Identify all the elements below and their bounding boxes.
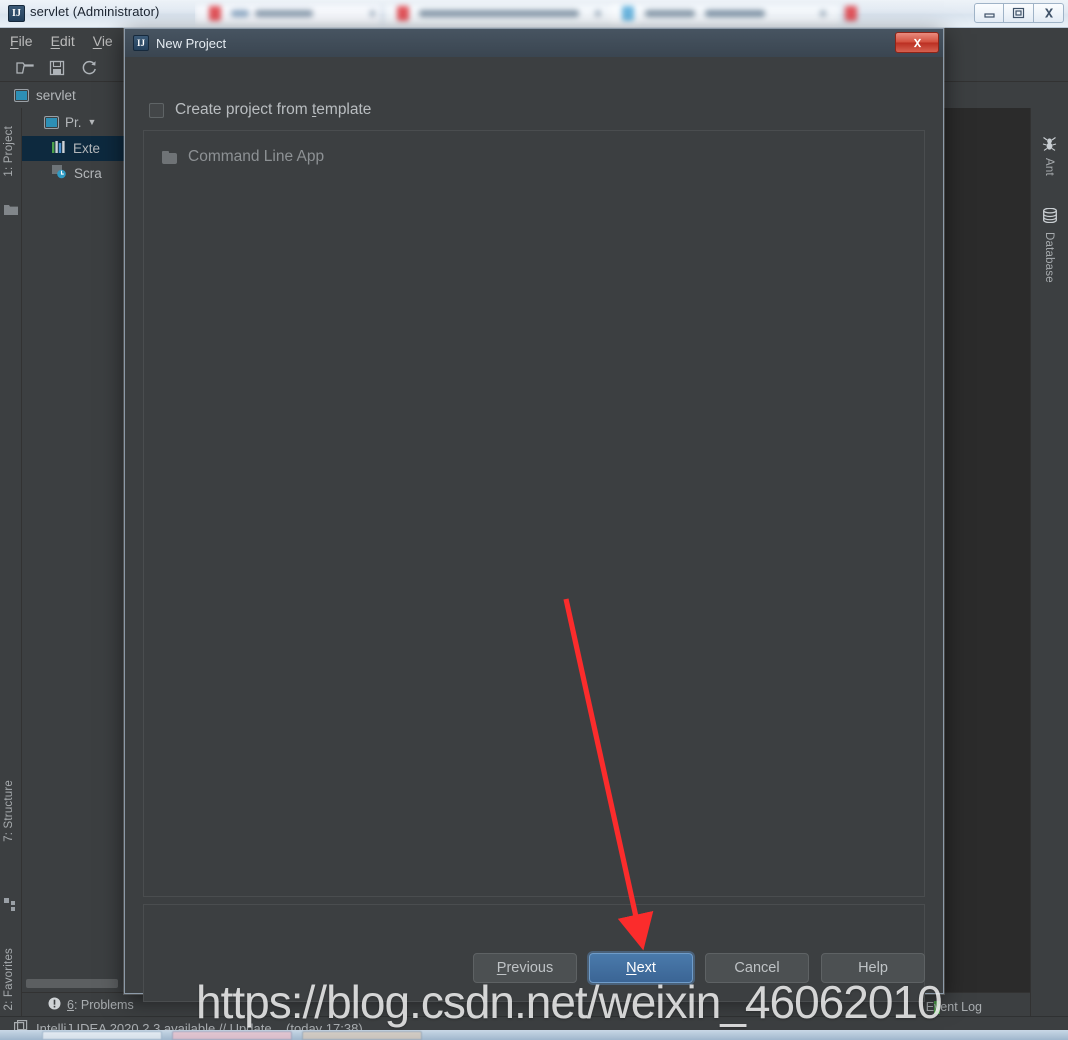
- structure-icon: [4, 898, 17, 914]
- screenshot-root: File Edit Vie Code Analyze Refactor Buil…: [0, 0, 1068, 1040]
- tree-item-scratches[interactable]: Scra: [22, 161, 126, 186]
- navbar-project-name[interactable]: servlet: [36, 88, 76, 103]
- problems-label[interactable]: 6: Problems: [67, 998, 134, 1012]
- project-header-label[interactable]: Pr.: [65, 115, 82, 130]
- os-window-controls: [974, 3, 1064, 23]
- external-libraries-icon: [52, 140, 67, 157]
- create-from-template-label: Create project from template: [175, 101, 372, 118]
- minimize-button[interactable]: [974, 3, 1004, 23]
- os-window-titlebar: IJ servlet (Administrator): [0, 0, 1068, 28]
- dialog-body: Create project from template Command Lin…: [125, 57, 943, 1002]
- scratches-icon: [52, 165, 68, 182]
- error-icon: [48, 997, 61, 1013]
- left-tool-strip: 1: Project 7: Structure 2: Favorites: [0, 108, 22, 1040]
- intellij-idea-icon: IJ: [133, 35, 149, 51]
- right-tool-strip: Ant Database: [1030, 108, 1068, 1040]
- taskbar-item[interactable]: [302, 1031, 422, 1040]
- watermark-text: https://blog.csdn.net/weixin_46062010: [196, 976, 943, 1028]
- os-window-title: servlet (Administrator): [30, 4, 160, 19]
- tree-item-label: Scra: [74, 166, 102, 181]
- template-list[interactable]: Command Line App: [143, 130, 925, 897]
- sidebar-item-project[interactable]: 1: Project: [3, 126, 15, 177]
- create-from-template-checkbox-row[interactable]: Create project from template: [149, 101, 371, 119]
- maximize-button[interactable]: [1004, 3, 1034, 23]
- taskbar-item[interactable]: [172, 1031, 292, 1040]
- sidebar-item-structure[interactable]: 7: Structure: [3, 780, 15, 842]
- new-project-dialog: IJ New Project Create project from templ…: [124, 28, 944, 1002]
- taskbar-item[interactable]: [42, 1031, 162, 1040]
- tree-item-external-libraries[interactable]: Exte: [22, 136, 126, 161]
- tree-item-label: Exte: [73, 141, 101, 156]
- dialog-close-button[interactable]: [895, 32, 939, 53]
- sidebar-item-database[interactable]: Database: [1043, 232, 1055, 283]
- ant-icon: [1042, 136, 1057, 154]
- menu-view[interactable]: Vie: [93, 33, 113, 49]
- intellij-idea-icon: IJ: [8, 5, 25, 22]
- dialog-titlebar: IJ New Project: [125, 29, 943, 57]
- menu-file[interactable]: File: [10, 33, 33, 49]
- list-item-label: Command Line App: [188, 148, 325, 165]
- folder-icon: [162, 150, 178, 164]
- project-tool-window-header: Pr. ▼: [22, 108, 126, 136]
- project-tree-horizontal-scrollbar[interactable]: [26, 979, 118, 988]
- sync-icon[interactable]: [80, 59, 98, 77]
- os-taskbar: [0, 1030, 1068, 1040]
- project-tool-window: [22, 108, 126, 1040]
- open-folder-icon[interactable]: [16, 59, 34, 77]
- database-icon: [1042, 207, 1058, 226]
- project-icon: [44, 115, 59, 129]
- sidebar-item-ant[interactable]: Ant: [1043, 158, 1055, 176]
- module-icon: [14, 88, 29, 102]
- blurred-browser-tabs: [195, 0, 955, 28]
- save-all-icon[interactable]: [48, 59, 66, 77]
- close-button[interactable]: [1034, 3, 1064, 23]
- menu-edit[interactable]: Edit: [51, 33, 75, 49]
- sidebar-item-favorites[interactable]: 2: Favorites: [3, 948, 15, 1010]
- list-item[interactable]: Command Line App: [162, 148, 324, 166]
- dialog-title: New Project: [156, 35, 227, 51]
- folder-icon: [4, 204, 18, 219]
- create-from-template-checkbox[interactable]: [149, 102, 164, 118]
- chevron-down-icon[interactable]: ▼: [88, 117, 97, 127]
